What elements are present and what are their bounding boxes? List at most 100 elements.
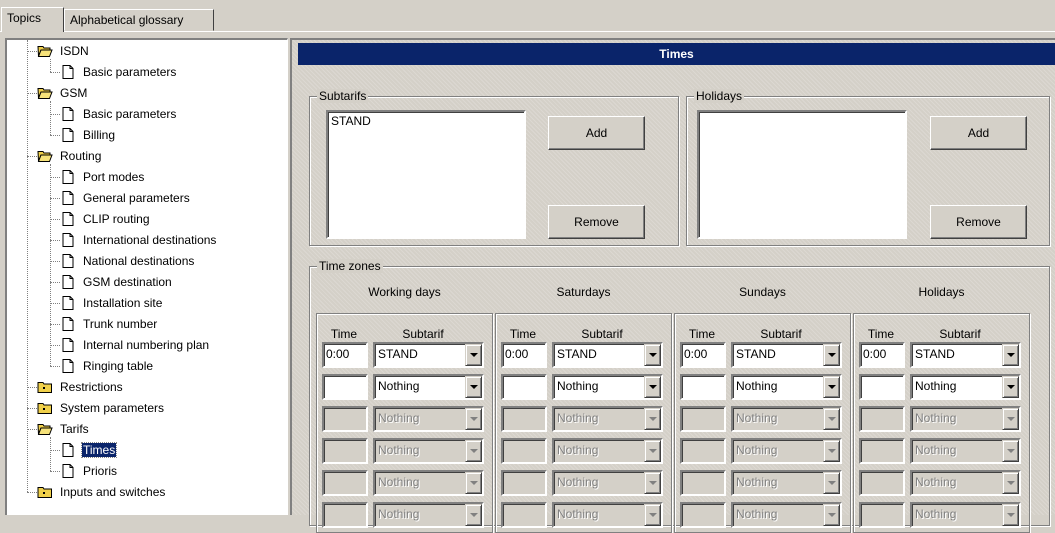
subtarif-select[interactable]: Nothing xyxy=(552,470,663,496)
chevron-down-icon[interactable] xyxy=(1002,376,1019,398)
time-input[interactable] xyxy=(501,438,547,464)
subtarif-select[interactable]: STAND xyxy=(910,342,1021,368)
subtarif-select-value: Nothing xyxy=(557,379,599,393)
chevron-down-icon[interactable] xyxy=(644,440,661,462)
time-input[interactable] xyxy=(322,502,368,528)
tab-alphabetical-glossary[interactable]: Alphabetical glossary xyxy=(64,9,214,31)
chevron-down-icon[interactable] xyxy=(1002,408,1019,430)
subtarifs-list[interactable]: STAND xyxy=(326,110,526,239)
closed-folder-icon xyxy=(37,484,53,500)
subtarif-column-header: Subtarif xyxy=(939,327,981,341)
tab-topics[interactable]: Topics xyxy=(1,7,64,32)
subtarif-select[interactable]: STAND xyxy=(731,342,842,368)
time-zone-column-title: Working days xyxy=(368,285,441,299)
time-input[interactable] xyxy=(501,406,547,432)
time-input[interactable] xyxy=(859,438,905,464)
time-input[interactable] xyxy=(322,406,368,432)
chevron-down-icon[interactable] xyxy=(823,440,840,462)
time-input[interactable] xyxy=(322,438,368,464)
time-input[interactable]: 0:00 xyxy=(322,342,368,368)
time-zone-column: Time Subtarif 0:00 STAND Nothing Nothing Nothi… xyxy=(853,313,1030,533)
time-input[interactable] xyxy=(322,374,368,400)
chevron-down-icon[interactable] xyxy=(823,504,840,526)
time-input[interactable] xyxy=(501,374,547,400)
subtarif-select[interactable]: Nothing xyxy=(373,374,484,400)
holidays-add-button[interactable]: Add xyxy=(930,116,1027,150)
subtarif-select[interactable]: Nothing xyxy=(910,470,1021,496)
chevron-down-icon[interactable] xyxy=(1002,504,1019,526)
chevron-down-icon[interactable] xyxy=(644,376,661,398)
subtarif-select[interactable]: Nothing xyxy=(373,406,484,432)
tree-node-label: Routing xyxy=(60,149,102,163)
subtarif-select[interactable]: Nothing xyxy=(910,406,1021,432)
subtarif-select[interactable]: Nothing xyxy=(731,406,842,432)
time-input[interactable] xyxy=(680,374,726,400)
chevron-down-icon[interactable] xyxy=(823,376,840,398)
chevron-down-icon[interactable] xyxy=(823,344,840,366)
subtarifs-remove-button[interactable]: Remove xyxy=(548,205,645,239)
chevron-down-icon[interactable] xyxy=(644,504,661,526)
time-zone-column: Time Subtarif 0:00 STAND Nothing Nothing Nothi… xyxy=(316,313,493,533)
subtarif-select[interactable]: Nothing xyxy=(910,502,1021,528)
holidays-legend: Holidays xyxy=(694,89,745,103)
page-icon xyxy=(60,211,76,227)
subtarifs-add-button[interactable]: Add xyxy=(548,116,645,150)
subtarif-select[interactable]: Nothing xyxy=(910,438,1021,464)
tree-connector xyxy=(50,59,51,72)
holidays-list[interactable] xyxy=(697,110,907,239)
time-input[interactable] xyxy=(501,502,547,528)
subtarif-select[interactable]: Nothing xyxy=(731,374,842,400)
subtarif-select[interactable]: Nothing xyxy=(552,374,663,400)
chevron-down-icon[interactable] xyxy=(465,344,482,366)
chevron-down-icon[interactable] xyxy=(1002,472,1019,494)
holidays-remove-button[interactable]: Remove xyxy=(930,205,1027,239)
time-input[interactable] xyxy=(859,470,905,496)
time-input[interactable] xyxy=(680,470,726,496)
time-column-header: Time xyxy=(688,327,716,341)
subtarif-select[interactable]: Nothing xyxy=(731,502,842,528)
time-input[interactable] xyxy=(680,438,726,464)
topics-tree[interactable]: ISDN Basic parameters GSM Basic parameters B… xyxy=(5,38,288,515)
time-input[interactable] xyxy=(859,502,905,528)
subtarif-select[interactable]: Nothing xyxy=(373,502,484,528)
subtarif-select[interactable]: Nothing xyxy=(552,502,663,528)
subtarif-select[interactable]: Nothing xyxy=(731,438,842,464)
subtarif-select[interactable]: Nothing xyxy=(910,374,1021,400)
subtarif-select[interactable]: Nothing xyxy=(552,406,663,432)
chevron-down-icon[interactable] xyxy=(465,408,482,430)
tree-node-label: Basic parameters xyxy=(83,65,177,79)
time-input[interactable]: 0:00 xyxy=(859,342,905,368)
chevron-down-icon[interactable] xyxy=(1002,440,1019,462)
chevron-down-icon[interactable] xyxy=(644,472,661,494)
time-input[interactable] xyxy=(322,470,368,496)
subtarif-select-value: Nothing xyxy=(915,379,957,393)
tree-connector xyxy=(50,219,60,220)
time-input[interactable] xyxy=(501,470,547,496)
chevron-down-icon[interactable] xyxy=(644,408,661,430)
time-input[interactable] xyxy=(859,406,905,432)
chevron-down-icon[interactable] xyxy=(823,472,840,494)
chevron-down-icon[interactable] xyxy=(644,344,661,366)
subtarif-select-value: Nothing xyxy=(736,411,778,425)
subtarif-select[interactable]: Nothing xyxy=(731,470,842,496)
chevron-down-icon[interactable] xyxy=(1002,344,1019,366)
subtarif-list-item[interactable]: STAND xyxy=(331,114,521,128)
subtarif-select[interactable]: Nothing xyxy=(373,470,484,496)
time-input[interactable] xyxy=(680,406,726,432)
subtarif-select[interactable]: STAND xyxy=(373,342,484,368)
chevron-down-icon[interactable] xyxy=(823,408,840,430)
subtarif-column-header: Subtarif xyxy=(760,327,802,341)
subtarif-select-value: Nothing xyxy=(915,507,957,521)
time-input[interactable] xyxy=(859,374,905,400)
time-input[interactable] xyxy=(680,502,726,528)
chevron-down-icon[interactable] xyxy=(465,504,482,526)
subtarif-select[interactable]: Nothing xyxy=(552,438,663,464)
time-input[interactable]: 0:00 xyxy=(501,342,547,368)
subtarif-select[interactable]: Nothing xyxy=(373,438,484,464)
chevron-down-icon[interactable] xyxy=(465,440,482,462)
chevron-down-icon[interactable] xyxy=(465,472,482,494)
time-input[interactable]: 0:00 xyxy=(680,342,726,368)
tree-node-label: Billing xyxy=(83,128,116,142)
chevron-down-icon[interactable] xyxy=(465,376,482,398)
subtarif-select[interactable]: STAND xyxy=(552,342,663,368)
